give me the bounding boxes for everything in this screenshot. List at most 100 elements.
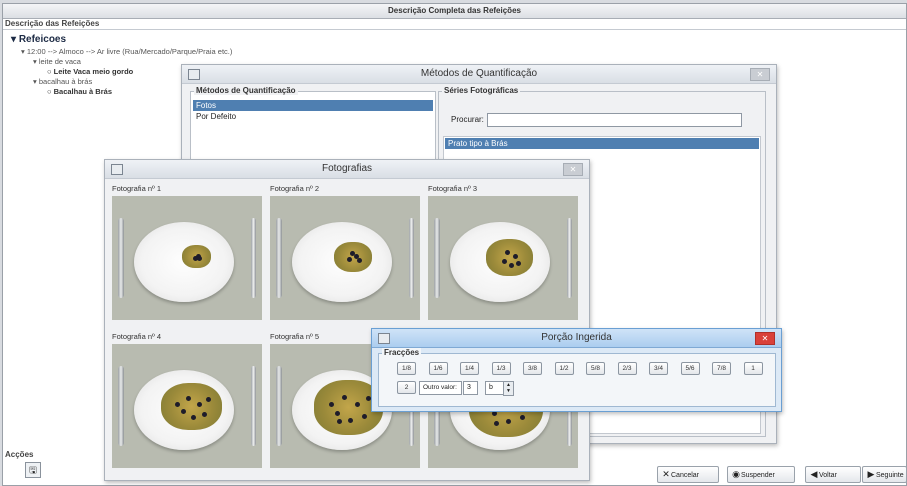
- food-photo: [112, 344, 262, 468]
- tree-food-1[interactable]: ▾ leite de vaca: [33, 57, 81, 66]
- olive-mark: [516, 260, 522, 266]
- tree-detail-1[interactable]: ○ Leite Vaca meio gordo: [47, 67, 133, 76]
- portion-dialog-titlebar: Porção Ingerida ✕: [372, 329, 781, 348]
- olive-mark: [512, 253, 518, 259]
- methods-label: Métodos de Quantificação: [194, 86, 298, 95]
- food-portion: [182, 245, 212, 269]
- fraction-button[interactable]: 5/8: [586, 362, 605, 375]
- plate-image: [450, 222, 550, 302]
- main-window: Descrição Completa das Refeições Descriç…: [2, 3, 907, 486]
- method-item[interactable]: Fotos: [193, 100, 433, 111]
- close-icon: ✕: [662, 469, 670, 479]
- app-icon: [111, 164, 123, 175]
- leaf-icon: ○: [47, 87, 54, 96]
- olive-mark: [501, 258, 507, 264]
- fraction-button[interactable]: 2/3: [617, 362, 637, 375]
- photo-cell[interactable]: Fotografia nº 1: [109, 182, 264, 322]
- next-label: Seguinte: [876, 472, 904, 479]
- fraction-button[interactable]: 1/8: [397, 362, 416, 375]
- olive-mark: [186, 396, 192, 402]
- fraction-button[interactable]: 1/2: [554, 362, 574, 375]
- olive-mark: [355, 401, 361, 407]
- suspend-icon: ◉: [732, 469, 740, 479]
- photo-cell[interactable]: Fotografia nº 3: [425, 182, 580, 322]
- tree-detail-2-label: Bacalhau à Brás: [53, 87, 112, 96]
- fraction-button[interactable]: 1/6: [428, 362, 448, 375]
- portion-dialog: Porção Ingerida ✕ 1/8 1/6 1/4 1/3 3/8 1/2 5/8 2…: [371, 328, 782, 412]
- cancel-label: Cancelar: [671, 472, 700, 479]
- olive-mark: [505, 250, 511, 256]
- fork-image: [434, 218, 440, 298]
- olive-mark: [361, 414, 367, 420]
- food-portion: [334, 242, 373, 273]
- fraction-button-2[interactable]: 2: [397, 381, 416, 394]
- fractions-group: 1/8 1/6 1/4 1/3 3/8 1/2 5/8 2/3 3/4 5/6 7/8 1 2 Out…: [378, 353, 776, 407]
- tree-detail-2[interactable]: ○ Bacalhau à Brás: [47, 87, 112, 96]
- disk-icon[interactable]: 🖫: [25, 462, 41, 478]
- divider: [3, 29, 906, 30]
- suspend-button[interactable]: ◉Suspender: [727, 466, 795, 483]
- photo-cell[interactable]: Fotografia nº 2: [267, 182, 422, 322]
- tree-detail-1-label: Leite Vaca meio gordo: [53, 67, 134, 76]
- food-photo: [112, 196, 262, 320]
- spinner-arrows-icon[interactable]: ▲ ▼: [503, 381, 514, 396]
- window-title: Descrição Completa das Refeições: [3, 4, 906, 19]
- olive-mark: [341, 394, 347, 400]
- photo-label: Fotografia nº 4: [112, 332, 162, 341]
- plate-image: [134, 370, 234, 450]
- olive-mark: [175, 401, 181, 407]
- app-icon: [188, 69, 200, 80]
- olive-mark: [505, 419, 511, 425]
- olive-mark: [335, 410, 341, 416]
- olive-mark: [337, 419, 343, 425]
- olive-mark: [180, 409, 186, 414]
- cancel-button[interactable]: ✕Cancelar: [657, 466, 719, 483]
- photos-dialog: Fotografias ✕ Fotografia nº 1 Fotografia …: [104, 159, 590, 481]
- fraction-button[interactable]: 1/4: [460, 362, 479, 375]
- fraction-button[interactable]: 1: [743, 362, 763, 375]
- next-button[interactable]: ▶ Seguinte: [862, 466, 907, 483]
- search-label: Procurar:: [451, 115, 484, 124]
- fork-image: [276, 218, 282, 298]
- fraction-button[interactable]: 7/8: [712, 362, 731, 375]
- olive-mark: [347, 257, 353, 263]
- olive-mark: [328, 401, 334, 407]
- fraction-button[interactable]: 1/3: [491, 362, 511, 375]
- photos-dialog-title: Fotografias: [321, 163, 373, 174]
- tree-root[interactable]: ▾ Refeicoes: [11, 34, 66, 45]
- close-icon[interactable]: ✕: [563, 163, 583, 176]
- fraction-button[interactable]: 3/4: [649, 362, 668, 375]
- food-photo: [428, 196, 578, 320]
- close-icon[interactable]: ✕: [750, 68, 770, 81]
- app-icon: [378, 333, 390, 344]
- suspend-label: Suspender: [741, 472, 775, 479]
- close-icon[interactable]: ✕: [755, 332, 775, 345]
- method-item[interactable]: Por Defeito: [193, 111, 433, 122]
- spinner-input[interactable]: b: [485, 381, 504, 395]
- other-value-label: Outro valor:: [419, 381, 462, 395]
- olive-mark: [349, 251, 355, 257]
- fraction-button[interactable]: 5/6: [680, 362, 700, 375]
- portion-dialog-title: Porção Ingerida: [541, 332, 612, 343]
- fork-image: [118, 366, 124, 446]
- arrow-left-icon: ◀: [810, 469, 818, 479]
- tree-food-1-label: leite de vaca: [38, 57, 81, 66]
- olive-mark: [348, 417, 354, 423]
- tree-meal-label: 12:00 --> Almoco --> Ar livre (Rua/Merca…: [26, 47, 233, 56]
- series-item[interactable]: Prato tipo à Brás: [445, 138, 759, 149]
- series-label: Séries Fotográficas: [442, 86, 521, 95]
- search-input[interactable]: [487, 113, 742, 127]
- back-button[interactable]: ◀ Voltar: [805, 466, 861, 483]
- olive-mark: [202, 411, 208, 417]
- fractions-row: 1/8 1/6 1/4 1/3 3/8 1/2 5/8 2/3 3/4 5/6 7/8 1: [387, 362, 771, 376]
- tree-meal[interactable]: ▾ 12:00 --> Almoco --> Ar livre (Rua/Mer…: [21, 47, 232, 56]
- food-photo: [270, 196, 420, 320]
- fork-image: [118, 218, 124, 298]
- plate-image: [134, 222, 234, 302]
- photo-cell[interactable]: Fotografia nº 4: [109, 330, 264, 470]
- knife-image: [251, 366, 256, 446]
- fraction-button[interactable]: 3/8: [523, 362, 542, 375]
- olive-mark: [520, 415, 526, 421]
- other-value-input[interactable]: 3: [463, 381, 478, 395]
- tree-food-2[interactable]: ▾ bacalhau à brás: [33, 77, 92, 86]
